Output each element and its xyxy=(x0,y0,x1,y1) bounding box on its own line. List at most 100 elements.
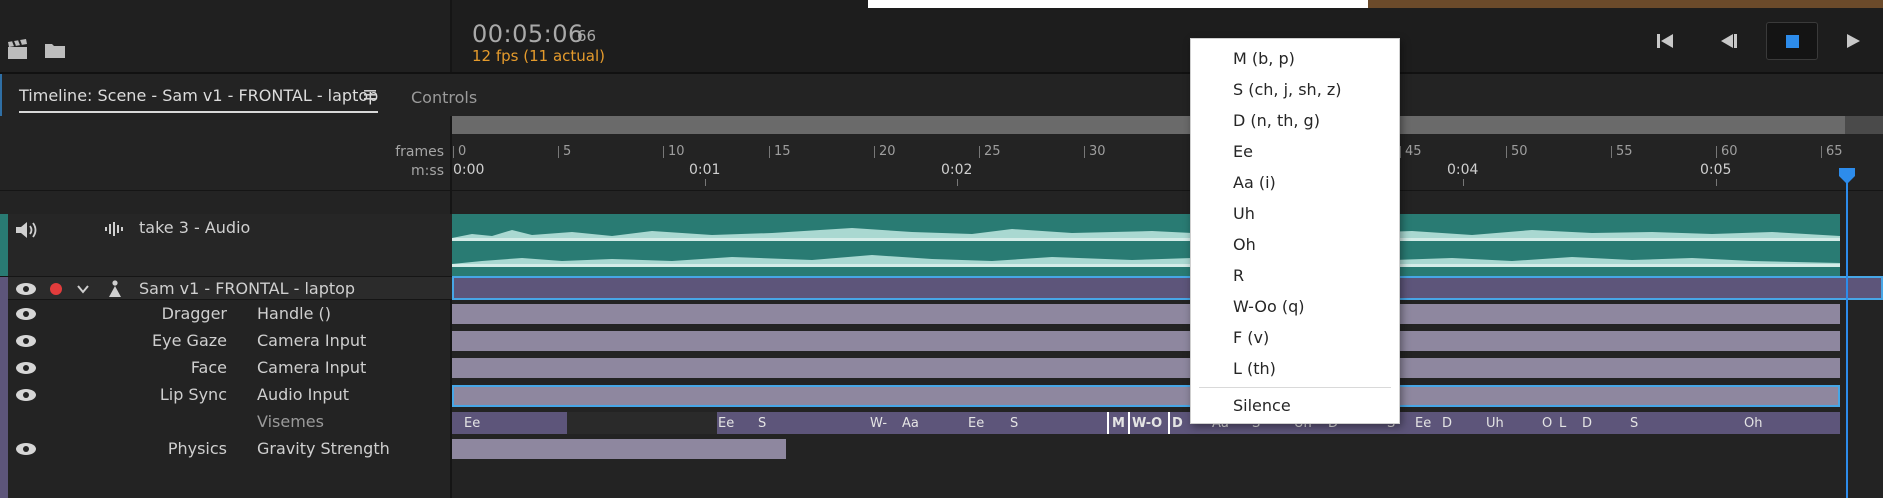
lip-sync-clip[interactable] xyxy=(452,385,1840,407)
menu-item-s[interactable]: S (ch, j, sh, z) xyxy=(1233,80,1342,99)
viseme-item[interactable]: Ee xyxy=(464,416,480,431)
audio-wave-icon xyxy=(105,222,123,236)
second-tick xyxy=(1463,179,1464,186)
viseme-item[interactable]: D xyxy=(1172,416,1183,431)
viseme-boundary xyxy=(1128,412,1130,434)
audio-track-header[interactable]: take 3 - Audio xyxy=(0,214,452,276)
frame-tick-label: 5 xyxy=(563,144,572,159)
param-label: Eye Gaze xyxy=(152,331,227,350)
viseme-item[interactable]: S xyxy=(1010,416,1018,431)
viseme-item[interactable]: S xyxy=(758,416,766,431)
dragger-clip[interactable] xyxy=(452,304,1840,324)
menu-item-oh[interactable]: Oh xyxy=(1233,235,1256,254)
play-button[interactable] xyxy=(1836,24,1870,58)
frame-number: 66 xyxy=(577,27,597,45)
frame-tick-label: 10 xyxy=(668,144,685,159)
step-back-button[interactable] xyxy=(1712,24,1746,58)
viseme-item[interactable]: L xyxy=(1559,416,1566,431)
param-label: Dragger xyxy=(161,304,227,323)
param-row-lip-sync[interactable]: Lip Sync Audio Input xyxy=(0,381,452,409)
viseme-item[interactable]: S xyxy=(1630,416,1638,431)
param-row-face[interactable]: Face Camera Input xyxy=(0,354,452,381)
frame-tick xyxy=(663,146,664,158)
tab-timeline[interactable]: Timeline: Scene - Sam v1 - FRONTAL - lap… xyxy=(19,86,379,113)
viseme-item[interactable]: Ee xyxy=(1415,416,1431,431)
menu-item-f[interactable]: F (v) xyxy=(1233,328,1269,347)
record-arm-icon[interactable] xyxy=(49,282,63,296)
viseme-item[interactable]: Oh xyxy=(1744,416,1762,431)
menu-item-d[interactable]: D (n, th, g) xyxy=(1233,111,1320,130)
eye-icon[interactable] xyxy=(15,307,37,321)
param-row-eye-gaze[interactable]: Eye Gaze Camera Input xyxy=(0,327,452,354)
frame-tick-label: 45 xyxy=(1405,144,1422,159)
param-value: Gravity Strength xyxy=(257,439,390,458)
viseme-item[interactable]: D xyxy=(1582,416,1592,431)
eye-icon[interactable] xyxy=(15,282,37,296)
menu-item-aa[interactable]: Aa (i) xyxy=(1233,173,1276,192)
tab-controls[interactable]: Controls xyxy=(411,88,477,107)
playhead[interactable] xyxy=(1846,170,1848,498)
menu-item-r[interactable]: R xyxy=(1233,266,1244,285)
menu-item-uh[interactable]: Uh xyxy=(1233,204,1255,223)
frame-tick xyxy=(1821,146,1822,158)
face-clip[interactable] xyxy=(452,358,1840,378)
scene-preview xyxy=(868,0,1368,8)
second-tick xyxy=(705,179,706,186)
scene-preview-image xyxy=(1368,0,1883,8)
frame-tick xyxy=(874,146,875,158)
eye-icon[interactable] xyxy=(15,334,37,348)
viseme-item[interactable]: M xyxy=(1112,416,1125,431)
menu-item-ee[interactable]: Ee xyxy=(1233,142,1253,161)
param-row-visemes[interactable]: Visemes xyxy=(0,409,452,435)
viseme-item[interactable]: Ee xyxy=(968,416,984,431)
param-label: Physics xyxy=(167,439,227,458)
visemes-row[interactable]: Ee Ee S W- Aa Ee S M W-O D Aa S Uh D S E… xyxy=(452,412,1840,434)
menu-item-l[interactable]: L (th) xyxy=(1233,359,1276,378)
menu-item-m[interactable]: M (b, p) xyxy=(1233,49,1295,68)
viseme-item[interactable]: W- xyxy=(870,416,887,431)
timeline-scrollbar[interactable] xyxy=(452,116,1845,134)
second-tick xyxy=(957,179,958,186)
eye-icon[interactable] xyxy=(15,388,37,402)
frame-tick-label: 55 xyxy=(1616,144,1633,159)
param-row-physics[interactable]: Physics Gravity Strength xyxy=(0,435,452,462)
menu-item-silence[interactable]: Silence xyxy=(1233,396,1291,415)
param-row-dragger[interactable]: Dragger Handle () xyxy=(0,300,452,327)
viseme-item[interactable]: O xyxy=(1542,416,1552,431)
ruler-mss-label: m:ss xyxy=(411,163,444,179)
second-tick-label: 0:02 xyxy=(941,162,973,178)
frame-tick xyxy=(1084,146,1085,158)
viseme-item[interactable]: Uh xyxy=(1486,416,1504,431)
viseme-item[interactable]: W-O xyxy=(1132,416,1162,431)
chevron-down-icon[interactable] xyxy=(77,284,89,294)
puppet-track-header[interactable]: Sam v1 - FRONTAL - laptop xyxy=(0,276,452,498)
timeline-area[interactable]: 0 5 10 15 20 25 30 45 50 55 60 65 0:00 0… xyxy=(452,116,1883,498)
viseme-boundary xyxy=(1168,412,1170,434)
speaker-icon[interactable] xyxy=(14,220,40,240)
eye-gaze-clip[interactable] xyxy=(452,331,1840,351)
second-tick-label: 0:05 xyxy=(1700,162,1732,178)
frame-tick xyxy=(979,146,980,158)
stop-button[interactable] xyxy=(1766,22,1818,60)
eye-icon[interactable] xyxy=(15,442,37,456)
audio-track-color xyxy=(0,214,8,276)
ruler-frames-label: frames xyxy=(395,144,444,160)
physics-clip[interactable] xyxy=(452,439,786,459)
menu-item-w-oo[interactable]: W-Oo (q) xyxy=(1233,297,1305,316)
audio-waveform-clip[interactable] xyxy=(452,214,1840,276)
fps-readout: 12 fps (11 actual) xyxy=(472,47,605,65)
viseme-item[interactable]: Aa xyxy=(902,416,919,431)
skip-to-start-button[interactable] xyxy=(1648,24,1682,58)
track-headers: frames m:ss take 3 - Audio Sam v1 - FRON… xyxy=(0,116,452,498)
hamburger-menu-icon[interactable] xyxy=(363,88,377,102)
viseme-item[interactable]: Ee xyxy=(718,416,734,431)
frame-tick-label: 20 xyxy=(879,144,896,159)
frame-tick xyxy=(769,146,770,158)
viseme-item[interactable]: D xyxy=(1442,416,1452,431)
timecode-display: 00:05:06 xyxy=(472,20,584,48)
folder-icon[interactable] xyxy=(43,38,67,62)
clapper-icon[interactable] xyxy=(6,38,30,62)
eye-icon[interactable] xyxy=(15,361,37,375)
puppet-track-bar[interactable] xyxy=(452,276,1883,300)
frame-tick-label: 60 xyxy=(1721,144,1738,159)
